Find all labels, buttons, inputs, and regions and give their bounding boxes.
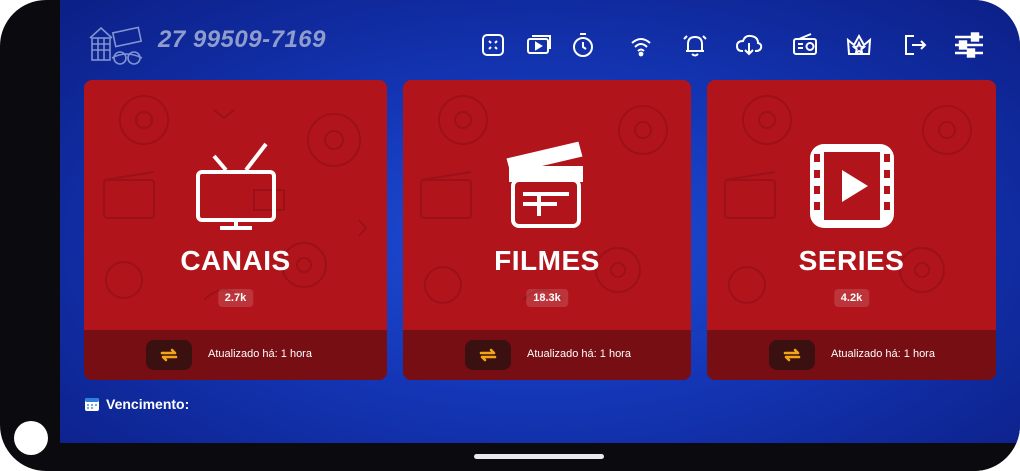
device-frame: 27 99509-7169 CANAIS 2.7k Atualizado há:… <box>0 0 1020 471</box>
card-footer: Atualizado há: 1 hora <box>403 330 691 380</box>
card-footer: Atualizado há: 1 hora <box>707 330 996 380</box>
play-film-icon <box>806 140 898 232</box>
refresh-icon <box>160 348 178 362</box>
wifi-icon[interactable] <box>626 30 656 60</box>
multiscreen-icon[interactable] <box>478 30 508 60</box>
favorites-icon[interactable] <box>844 30 874 60</box>
refresh-button[interactable] <box>465 340 511 370</box>
download-icon[interactable] <box>734 30 764 60</box>
card-title: CANAIS <box>180 245 291 276</box>
updated-status: Atualizado há: 1 hora <box>831 348 935 360</box>
alarm-icon[interactable] <box>680 30 710 60</box>
updated-status: Atualizado há: 1 hora <box>527 348 631 360</box>
app-screen: 27 99509-7169 CANAIS 2.7k Atualizado há:… <box>60 0 1020 443</box>
camera-cutout <box>14 421 48 455</box>
category-card-channels[interactable]: CANAIS 2.7k Atualizado há: 1 hora <box>84 80 387 380</box>
expiry-info: Vencimento: <box>84 396 189 412</box>
category-card-movies[interactable]: FILMES 18.3k Atualizado há: 1 hora <box>403 80 691 380</box>
card-footer: Atualizado há: 1 hora <box>84 330 387 380</box>
logout-icon[interactable] <box>900 30 930 60</box>
card-count-badge: 2.7k <box>217 289 254 307</box>
settings-sliders-icon[interactable] <box>952 28 986 62</box>
clapperboard-icon <box>501 140 593 232</box>
app-logo <box>86 20 148 70</box>
refresh-icon <box>479 348 497 362</box>
refresh-button[interactable] <box>146 340 192 370</box>
card-title: FILMES <box>494 245 600 276</box>
timer-icon[interactable] <box>568 30 598 60</box>
expiry-label: Vencimento: <box>106 396 190 412</box>
category-card-series[interactable]: SERIES 4.2k Atualizado há: 1 hora <box>707 80 996 380</box>
card-title: SERIES <box>798 245 905 276</box>
recordings-icon[interactable] <box>524 30 554 60</box>
radio-icon[interactable] <box>790 30 820 60</box>
updated-status: Atualizado há: 1 hora <box>208 348 312 360</box>
refresh-button[interactable] <box>769 340 815 370</box>
refresh-icon <box>783 348 801 362</box>
home-indicator[interactable] <box>474 454 604 459</box>
card-count-badge: 4.2k <box>833 289 870 307</box>
calendar-icon <box>85 398 99 411</box>
tv-icon <box>190 140 282 232</box>
contact-phone: 27 99509-7169 <box>158 26 326 53</box>
card-count-badge: 18.3k <box>526 289 568 307</box>
